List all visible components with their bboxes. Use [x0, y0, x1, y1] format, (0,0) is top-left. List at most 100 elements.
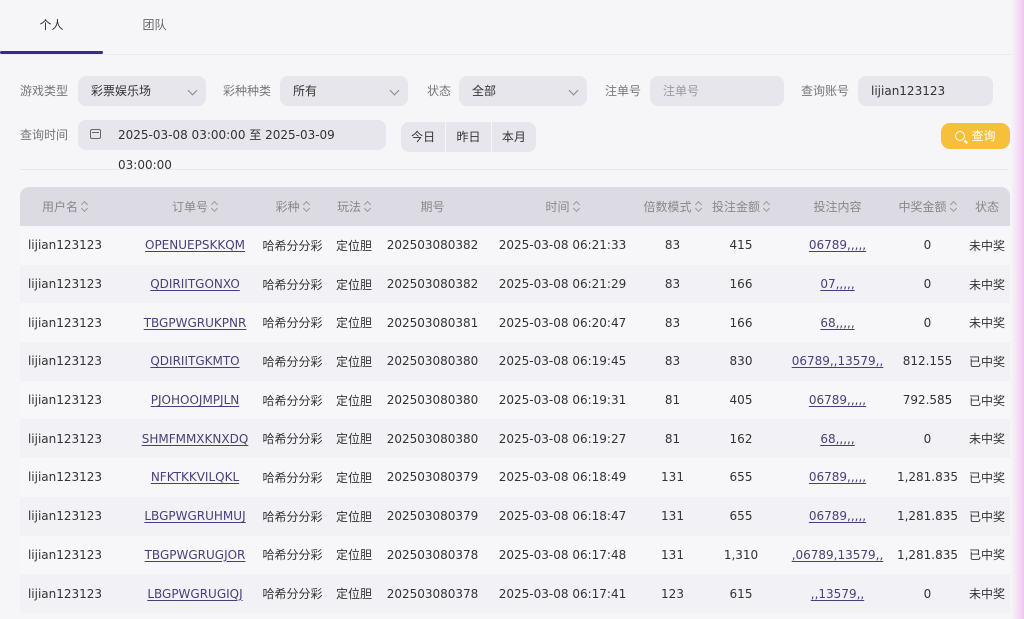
sort-icon [211, 201, 218, 212]
this-month-button[interactable]: 本月 [490, 122, 536, 152]
cell-content-link[interactable]: 06789,,13579,, [775, 342, 900, 381]
cell-status: 未中奖 [968, 432, 1005, 447]
sort-icon [364, 201, 371, 212]
sort-icon [573, 201, 580, 212]
cell-content-link[interactable]: 06789,,,,, [775, 381, 900, 420]
header-label: 期号 [420, 200, 445, 214]
cell-multiplier: 131 [661, 547, 684, 562]
col-content-header: 投注内容 [775, 187, 900, 226]
cell-content-link[interactable]: 06789,,,,, [775, 458, 900, 497]
cell-time: 2025-03-08 06:17:48 [498, 547, 627, 562]
cell-multiplier: 81 [664, 393, 681, 408]
cell-amount: 1,310 [723, 547, 759, 562]
header-label: 彩种 [275, 200, 300, 214]
cell-play: 定位胆 [335, 316, 372, 331]
table-body: lijian123123 OPENUEPSKKQM 哈希分分彩 定位胆 20250308… [20, 226, 1010, 613]
cell-time: 2025-03-08 06:19:27 [498, 431, 627, 446]
sort-icon [81, 201, 88, 212]
table-row: lijian123123 TBGPWGRUGJOR 哈希分分彩 定位胆 20250308… [20, 535, 1010, 575]
table-header: 用户名 订单号 彩种 玩法 期号 时间 倍数模式 投注金额 投注内容 中奖金额 … [20, 187, 1010, 226]
cell-status: 已中奖 [968, 354, 1005, 369]
cell-issue: 202503080382 [386, 238, 479, 253]
cell-content-link[interactable]: 06789,,,,, [775, 226, 900, 265]
col-win-header[interactable]: 中奖金额 [885, 187, 970, 226]
col-lottery-header[interactable]: 彩种 [250, 187, 335, 226]
cell-play: 定位胆 [335, 587, 372, 602]
chevron-down-icon [187, 85, 198, 96]
cell-status: 未中奖 [968, 277, 1005, 292]
cell-win: 0 [923, 315, 932, 330]
col-time-header[interactable]: 时间 [480, 187, 645, 226]
account-input[interactable]: lijian123123 [858, 76, 993, 106]
cell-user: lijian123123 [27, 238, 103, 253]
status-select[interactable]: 全部 [459, 76, 587, 106]
cell-multiplier: 131 [661, 470, 684, 485]
tab-personal[interactable]: 个人 [0, 0, 103, 52]
cell-user: lijian123123 [27, 509, 103, 524]
cell-content-link[interactable]: 07,,,,, [775, 265, 900, 304]
cell-lottery: 哈希分分彩 [262, 509, 323, 524]
query-button[interactable]: 查询 [941, 123, 1010, 149]
tab-team[interactable]: 团队 [103, 0, 206, 52]
lottery-kind-select[interactable]: 所有 [280, 76, 408, 106]
cell-issue: 202503080378 [386, 547, 479, 562]
cell-status: 已中奖 [968, 509, 1005, 524]
cell-issue: 202503080380 [386, 431, 479, 446]
cell-user: lijian123123 [27, 431, 103, 446]
cell-play: 定位胆 [335, 277, 372, 292]
cell-win: 0 [923, 238, 932, 253]
col-multiplier-header[interactable]: 倍数模式 [635, 187, 710, 226]
cell-play: 定位胆 [335, 238, 372, 253]
cell-content-link[interactable]: 06789,,,,, [775, 497, 900, 536]
cell-multiplier: 83 [664, 315, 681, 330]
header-label: 用户名 [41, 200, 78, 214]
col-play-header[interactable]: 玩法 [328, 187, 380, 226]
cell-lottery: 哈希分分彩 [262, 432, 323, 447]
cell-content-link[interactable]: ,06789,13579,, [775, 536, 900, 575]
cell-lottery: 哈希分分彩 [262, 354, 323, 369]
lottery-kind-label: 彩种种类 [223, 84, 272, 98]
cell-issue: 202503080380 [386, 393, 479, 408]
cell-win: 0 [923, 277, 932, 292]
cell-win: 0 [923, 586, 932, 601]
cell-content-link[interactable]: 68,,,,, [775, 303, 900, 342]
order-no-label: 注单号 [605, 84, 642, 98]
window-edge [1012, 0, 1024, 619]
chevron-down-icon [389, 85, 400, 96]
cell-multiplier: 131 [661, 509, 684, 524]
date-range-picker[interactable]: 2025-03-08 03:00:00 至 2025-03-09 03:00:0… [78, 120, 386, 172]
col-user-header[interactable]: 用户名 [20, 187, 110, 226]
col-amount-header[interactable]: 投注金额 [705, 187, 777, 226]
today-button[interactable]: 今日 [401, 122, 445, 152]
bet-records-table: 用户名 订单号 彩种 玩法 期号 时间 倍数模式 投注金额 投注内容 中奖金额 … [20, 187, 1010, 613]
cell-play: 定位胆 [335, 470, 372, 485]
cell-content-link[interactable]: 68,,,,, [775, 419, 900, 458]
header-label: 玩法 [336, 200, 361, 214]
game-type-select[interactable]: 彩票娱乐场 [78, 76, 206, 106]
header-label: 倍数模式 [643, 200, 692, 214]
cell-lottery: 哈希分分彩 [262, 587, 323, 602]
cell-time: 2025-03-08 06:19:45 [498, 354, 627, 369]
table-row: lijian123123 QDIRIITGKMTO 哈希分分彩 定位胆 20250308… [20, 342, 1010, 381]
query-button-label: 查询 [971, 129, 996, 143]
cell-win: 812.155 [902, 354, 953, 369]
order-no-input[interactable]: 注单号 [650, 76, 784, 106]
cell-win: 1,281.835 [896, 547, 959, 562]
cell-win: 1,281.835 [896, 509, 959, 524]
yesterday-button[interactable]: 昨日 [445, 122, 490, 152]
col-status-header: 状态 [964, 187, 1010, 226]
cell-content-link[interactable]: ,,13579,, [775, 574, 900, 613]
sort-icon [695, 201, 702, 212]
cell-time: 2025-03-08 06:19:31 [498, 393, 627, 408]
cell-issue: 202503080382 [386, 277, 479, 292]
cell-multiplier: 123 [661, 586, 684, 601]
cell-amount: 655 [729, 509, 753, 524]
header-label: 状态 [974, 200, 999, 214]
account-label: 查询账号 [801, 84, 850, 98]
cell-user: lijian123123 [27, 470, 103, 485]
cell-amount: 655 [729, 470, 753, 485]
cell-status: 已中奖 [968, 548, 1005, 563]
sort-icon [303, 201, 310, 212]
cell-amount: 830 [729, 354, 753, 369]
cell-time: 2025-03-08 06:18:49 [498, 470, 627, 485]
